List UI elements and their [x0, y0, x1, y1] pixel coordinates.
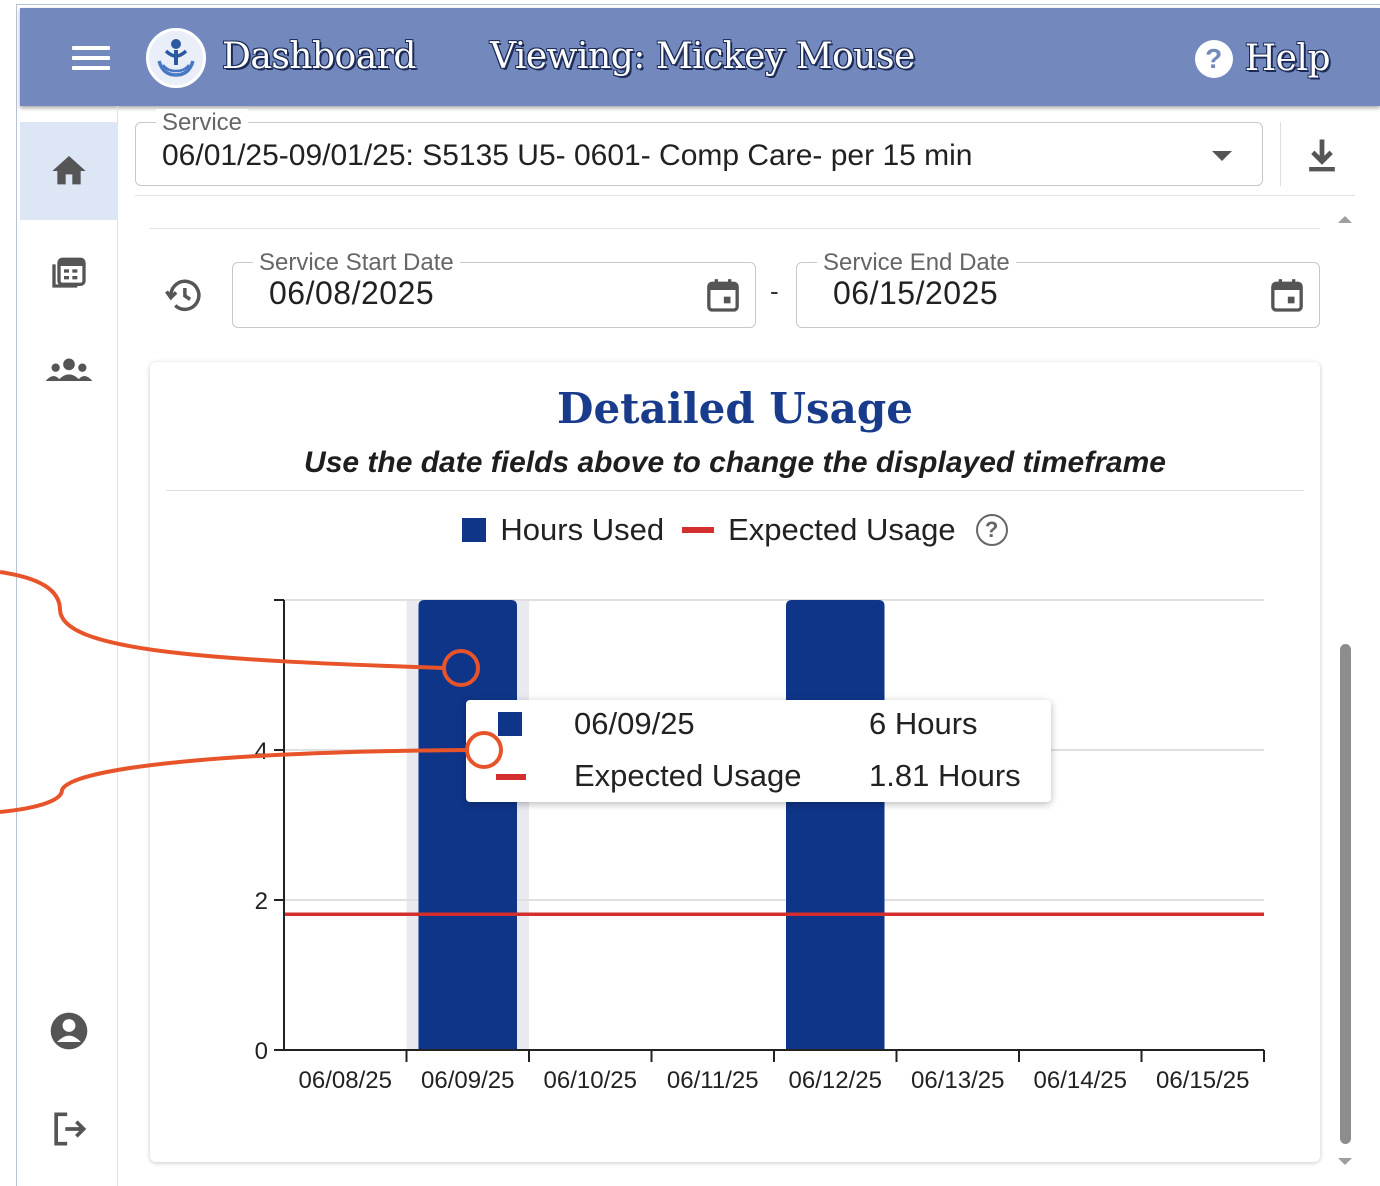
- calendar-svg: [707, 279, 739, 312]
- help-circle-icon[interactable]: ?: [975, 514, 1008, 546]
- service-end-date-field[interactable]: Service End Date 06/15/2025: [796, 249, 1320, 328]
- sidebar-item-calendar[interactable]: [20, 222, 118, 320]
- bar-hours-used[interactable]: [418, 600, 518, 1050]
- start-date-value: 06/08/2025: [269, 275, 435, 311]
- card-title: Detailed Usage: [557, 384, 913, 433]
- card-subtitle: Use the date fields above to change the …: [304, 446, 1166, 479]
- service-select[interactable]: Service 06/01/25-09/01/25: S5135 U5- 060…: [135, 109, 1263, 186]
- sidebar-item-home[interactable]: [20, 122, 118, 220]
- sidebar: [20, 106, 118, 1186]
- tooltip-swatch-expected: [496, 774, 526, 780]
- tooltip-expected-value: 1.81 Hours: [869, 758, 1021, 793]
- legend-swatch-hours-used: [462, 518, 487, 542]
- scroll-down-arrow[interactable]: [1338, 1158, 1352, 1165]
- service-start-date-field[interactable]: Service Start Date 06/08/2025: [232, 249, 756, 328]
- calendar-svg: [1271, 279, 1303, 312]
- divider: [135, 195, 1355, 196]
- top-app-bar: Dashboard Viewing: Mickey Mouse ? Help: [20, 8, 1380, 106]
- tooltip-row-expected: Expected Usage 1.81 Hours: [466, 752, 1051, 802]
- viewing-label: Viewing: Mickey Mouse: [490, 36, 915, 77]
- tooltip-date: 06/09/25: [574, 706, 695, 741]
- logo: [146, 28, 206, 88]
- service-value: 06/01/25-09/01/25: S5135 U5- 0601- Comp …: [162, 139, 973, 172]
- home-icon: [52, 156, 86, 185]
- legend-label-expected-usage[interactable]: Expected Usage: [728, 512, 955, 548]
- history-svg: [165, 279, 201, 312]
- app-title[interactable]: Dashboard: [222, 36, 416, 77]
- group-icon: [45, 358, 93, 381]
- chart-tooltip: 06/09/25 6 Hours Expected Usage 1.81 Hou…: [466, 700, 1051, 802]
- tooltip-expected-label: Expected Usage: [574, 758, 802, 793]
- calendar-grid-icon: [52, 257, 86, 288]
- service-label: Service: [156, 109, 249, 137]
- tooltip-swatch-hours: [498, 712, 522, 736]
- legend-swatch-expected-usage: [682, 527, 715, 533]
- scrollbar-thumb[interactable]: [1340, 644, 1351, 1144]
- account-icon: [50, 1012, 88, 1050]
- date-separator: -: [770, 276, 779, 306]
- tooltip-row-hours: 06/09/25 6 Hours: [466, 700, 1051, 750]
- scroll-up-arrow[interactable]: [1338, 216, 1352, 223]
- divider: [150, 228, 1320, 229]
- calendar-icon[interactable]: [703, 275, 743, 315]
- download-button[interactable]: [1300, 134, 1344, 178]
- history-icon[interactable]: [163, 274, 205, 316]
- help-button[interactable]: ? Help: [1194, 38, 1331, 79]
- logo-icon: [157, 39, 195, 77]
- divider: [1280, 122, 1281, 186]
- help-icon: ?: [1194, 39, 1233, 78]
- end-date-value: 06/15/2025: [833, 275, 999, 311]
- tooltip-hours-value: 6 Hours: [869, 706, 978, 741]
- start-date-label: Service Start Date: [253, 249, 460, 277]
- logout-icon: [54, 1112, 87, 1146]
- end-date-label: Service End Date: [817, 249, 1016, 277]
- sidebar-item-account[interactable]: [20, 982, 118, 1080]
- sidebar-item-groups[interactable]: [20, 322, 118, 420]
- chart-legend: Hours Used Expected Usage ?: [150, 512, 1320, 548]
- bar-hours-used[interactable]: [786, 600, 885, 1050]
- help-label: Help: [1244, 38, 1331, 79]
- legend-label-hours-used[interactable]: Hours Used: [500, 512, 664, 548]
- chevron-down-icon: [1212, 151, 1232, 161]
- divider: [166, 490, 1304, 491]
- download-icon: [1309, 139, 1335, 172]
- calendar-icon[interactable]: [1267, 275, 1307, 315]
- menu-icon[interactable]: [72, 46, 110, 72]
- sidebar-item-logout[interactable]: [20, 1080, 118, 1178]
